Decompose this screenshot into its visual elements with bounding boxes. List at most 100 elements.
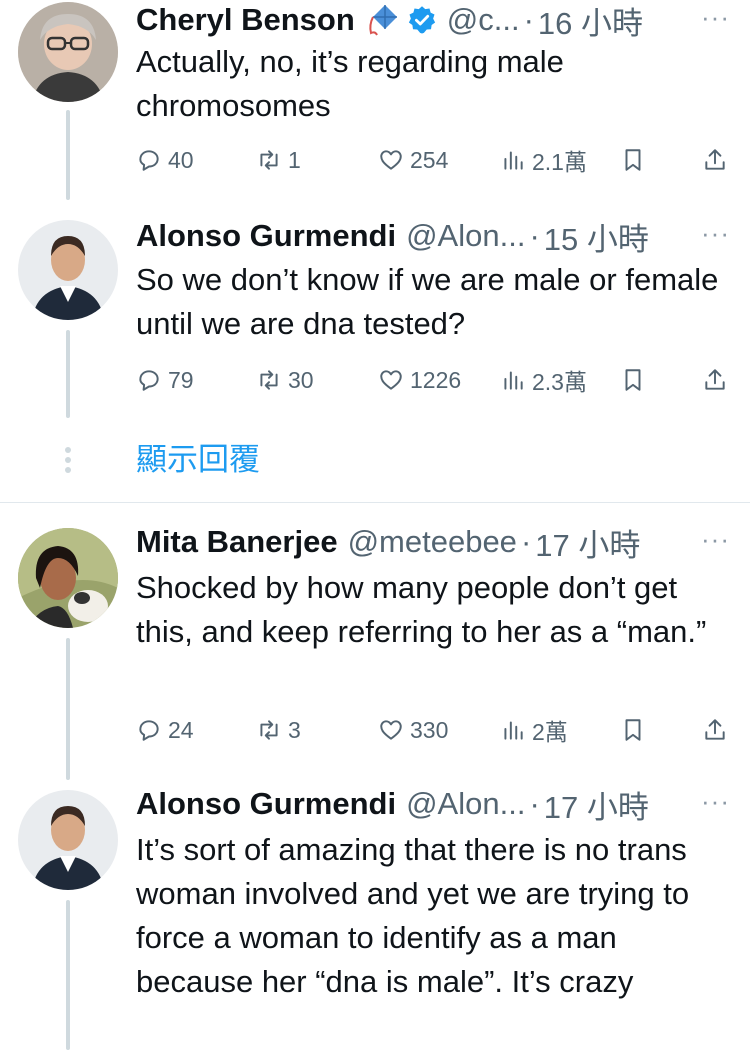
tweet-header: Alonso Gurmendi @Alon... · 17 小時 ··· [136,782,730,827]
bookmark-button[interactable] [620,142,652,178]
author-handle[interactable]: @c... [447,2,520,38]
like-button[interactable]: 1226 [378,362,461,398]
separator-dot: · [523,2,534,37]
views-count: 2萬 [532,719,568,745]
bookmark-icon [625,149,641,171]
reply-button[interactable]: 40 [136,142,194,178]
avatar[interactable] [18,528,118,628]
share-button[interactable] [702,712,734,748]
share-button[interactable] [702,362,734,398]
tweet-header: Alonso Gurmendi @Alon... · 15 小時 ··· [136,214,730,259]
avatar-photo [18,790,118,890]
reply-icon [139,720,159,741]
reply-count: 24 [168,716,194,743]
timestamp[interactable]: 16 小時 [538,0,643,43]
avatar-photo [18,220,118,320]
like-button[interactable]: 330 [378,712,448,748]
retweet-icon [260,720,278,740]
retweet-count: 30 [288,366,314,393]
like-count: 254 [410,146,449,173]
timestamp[interactable]: 15 小時 [544,214,649,259]
retweet-icon [260,370,278,390]
views-count: 2.1萬 [532,149,587,175]
timestamp[interactable]: 17 小時 [544,782,649,827]
bookmark-button[interactable] [620,712,652,748]
tweet[interactable]: Mita Banerjee @meteebee · 17 小時 ··· Shoc… [0,520,750,780]
tweet-text: Actually, no, it’s regarding male chromo… [136,44,564,123]
separator-dot: · [529,786,540,821]
like-count: 1226 [410,366,462,393]
author-handle[interactable]: @meteebee [348,524,517,560]
timestamp[interactable]: 17 小時 [535,520,640,565]
separator-dot: · [520,524,532,559]
thread-line [66,900,70,1050]
tweet-actions: 79 30 1226 2.3萬 [136,362,736,398]
tweet-actions: 24 3 330 2萬 [136,712,736,748]
views-button[interactable]: 2萬 [500,712,568,748]
views-chart-icon [504,721,523,740]
thread-line [66,330,70,418]
views-count: 2.3萬 [532,369,587,395]
thread-line [66,638,70,780]
more-options-icon[interactable]: ··· [701,786,730,817]
more-options-icon[interactable]: ··· [701,218,730,249]
retweet-button[interactable]: 1 [256,142,301,178]
reply-count: 79 [168,366,194,393]
reply-icon [139,150,159,171]
author-name[interactable]: Alonso Gurmendi [136,218,396,254]
more-options-icon[interactable]: ··· [701,524,730,555]
heart-icon [380,370,402,390]
retweet-count: 1 [288,146,301,173]
like-button[interactable]: 254 [378,142,448,178]
author-name[interactable]: Alonso Gurmendi [136,786,396,822]
bookmark-button[interactable] [620,362,652,398]
views-chart-icon [504,151,523,170]
heart-icon [380,720,402,740]
avatar[interactable] [18,790,118,890]
avatar-photo [18,528,118,628]
author-handle[interactable]: @Alon... [406,786,525,822]
share-icon [705,369,725,390]
avatar-photo [18,2,118,102]
avatar[interactable] [18,2,118,102]
retweet-button[interactable]: 3 [256,712,301,748]
thread-line [66,110,70,200]
tweet[interactable]: Alonso Gurmendi @Alon... · 17 小時 ··· It’… [0,782,750,1050]
author-name[interactable]: Mita Banerjee [136,524,338,560]
reply-button[interactable]: 24 [136,712,194,748]
reply-icon [139,370,159,391]
like-count: 330 [410,716,449,743]
share-icon [705,149,725,170]
reply-button[interactable]: 79 [136,362,194,398]
views-button[interactable]: 2.1萬 [500,142,587,178]
tweet-text: So we don’t know if we are male or femal… [136,262,719,341]
tweet-header: Mita Banerjee @meteebee · 17 小時 ··· [136,520,730,565]
kite-emoji [365,3,399,37]
tweet-text: It’s sort of amazing that there is no tr… [136,832,690,999]
tweet-actions: 40 1 254 2.1萬 [136,142,736,178]
share-icon [705,719,725,740]
author-name[interactable]: Cheryl Benson [136,2,355,38]
verified-badge-icon [407,5,437,35]
thread-dots [64,447,72,477]
tweet-header: Cheryl Benson @c... · 16 小時 ··· [136,0,730,43]
divider [0,502,750,503]
reply-count: 40 [168,146,194,173]
more-options-icon[interactable]: ··· [701,2,730,33]
show-replies-link[interactable]: 顯示回覆 [136,440,260,480]
tweet[interactable]: Cheryl Benson @c... · 16 小時 ··· Actually… [0,0,750,200]
retweet-button[interactable]: 30 [256,362,314,398]
bookmark-icon [625,719,641,741]
avatar[interactable] [18,220,118,320]
retweet-icon [260,150,278,170]
retweet-count: 3 [288,716,301,743]
heart-icon [380,150,402,170]
author-handle[interactable]: @Alon... [406,218,525,254]
views-chart-icon [504,371,523,390]
tweet[interactable]: Alonso Gurmendi @Alon... · 15 小時 ··· So … [0,212,750,422]
bookmark-icon [625,369,641,391]
separator-dot: · [529,218,540,253]
share-button[interactable] [702,142,734,178]
views-button[interactable]: 2.3萬 [500,362,587,398]
tweet-text: Shocked by how many people don’t get thi… [136,570,707,649]
